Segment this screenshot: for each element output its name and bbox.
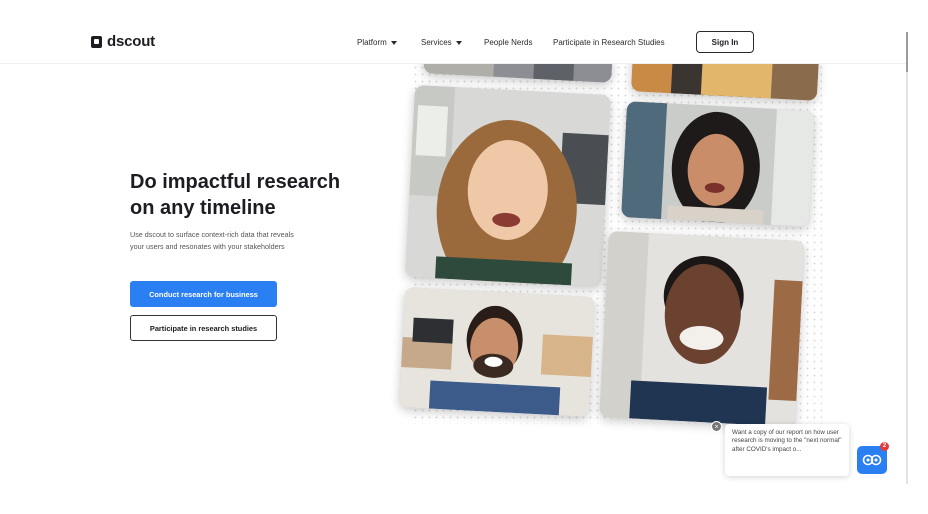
sign-in-button[interactable]: Sign In <box>696 31 754 53</box>
participate-research-button[interactable]: Participate in research studies <box>130 315 277 341</box>
caret-down-icon <box>455 40 462 45</box>
nav-item-label: Services <box>421 38 452 47</box>
close-icon[interactable]: × <box>711 421 722 432</box>
logo[interactable]: dscout <box>91 33 155 50</box>
nav-item-label: Participate in Research Studies <box>553 38 665 47</box>
video-tile-participant-2 <box>621 101 815 227</box>
notification-badge: 2 <box>880 442 889 451</box>
caret-down-icon <box>390 40 397 45</box>
chat-message-bubble[interactable]: Want a copy of our report on how user re… <box>725 424 849 476</box>
video-participant-image <box>398 287 596 417</box>
nav-item-services[interactable]: Services <box>421 38 462 47</box>
video-participant-image <box>599 230 805 428</box>
page: dscout Platform Services People Nerds Pa… <box>0 0 906 514</box>
nav-item-label: Platform <box>357 38 387 47</box>
video-tile-participant-3 <box>398 287 596 417</box>
nav-item-participate[interactable]: Participate in Research Studies <box>553 38 665 47</box>
chat-message-text: Want a copy of our report on how user re… <box>732 429 842 453</box>
vertical-scrollbar[interactable] <box>906 32 908 484</box>
conduct-research-button[interactable]: Conduct research for business <box>130 281 277 307</box>
scrollbar-thumb[interactable] <box>906 32 908 72</box>
video-tile-participant-1 <box>405 85 611 287</box>
nav-item-platform[interactable]: Platform <box>357 38 397 47</box>
hero-title-line-1: Do impactful research <box>130 171 341 193</box>
top-nav-bar: dscout Platform Services People Nerds Pa… <box>0 28 906 64</box>
chat-bot-icon <box>862 454 882 466</box>
nav-item-people-nerds[interactable]: People Nerds <box>484 38 532 47</box>
hero-description: Use dscout to surface context-rich data … <box>130 230 294 251</box>
nav-item-label: People Nerds <box>484 38 533 47</box>
video-participant-image <box>621 101 815 227</box>
hero-title-line-2: on any timeline <box>130 197 276 219</box>
video-tile-participant-4 <box>599 230 805 428</box>
video-participant-image <box>405 85 611 287</box>
hero-title: Do impactful research on any timeline <box>130 169 370 221</box>
logo-text: dscout <box>107 33 155 50</box>
dscout-logo-icon <box>91 35 102 48</box>
